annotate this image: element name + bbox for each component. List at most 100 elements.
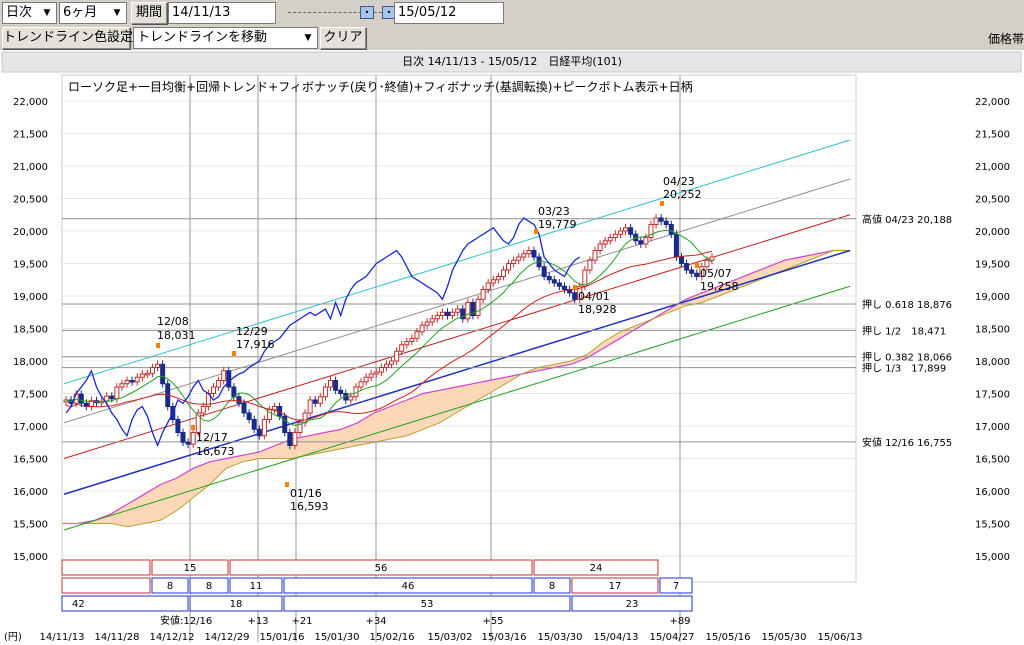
candle-up bbox=[475, 298, 481, 316]
start-date-field[interactable]: 14/11/13 bbox=[168, 2, 276, 24]
candle-down bbox=[78, 393, 84, 404]
candle-down bbox=[684, 263, 690, 271]
y-tick-label-right: 21,000 bbox=[975, 162, 1010, 173]
toolbar-row-1: 日次 ▼ 6ヶ月 ▼ 期間 14/11/13 • • 15/05/12 bbox=[0, 0, 1024, 26]
peak-bottom-value: 16,593 bbox=[290, 500, 329, 513]
candle-up bbox=[358, 381, 364, 388]
candle-up bbox=[429, 318, 435, 323]
peak-bottom-value: 19,258 bbox=[700, 280, 739, 293]
peak-bottom-date: 12/08 bbox=[157, 315, 189, 328]
y-tick-label-left: 20,000 bbox=[13, 227, 48, 238]
candle-down bbox=[226, 370, 232, 388]
stock-chart[interactable]: 日次 14/11/13 - 15/05/12 日経平均(101) 22,000 22… bbox=[0, 50, 1024, 645]
candle-down bbox=[287, 432, 293, 446]
candle-up bbox=[450, 311, 456, 316]
period-button[interactable]: 期間 bbox=[131, 2, 167, 24]
candle-down bbox=[256, 428, 262, 437]
day-count-label: 15 bbox=[184, 563, 197, 574]
candle-up bbox=[526, 250, 532, 255]
day-count-label: 23 bbox=[626, 599, 639, 610]
candle-up bbox=[511, 259, 517, 264]
trendline-mode-select[interactable]: トレンドラインを移動 ▼ bbox=[133, 27, 318, 49]
candle-up bbox=[190, 432, 196, 445]
candle-up bbox=[149, 367, 155, 374]
day-count-label: 53 bbox=[421, 599, 434, 610]
candle-down bbox=[175, 419, 181, 433]
y-tick-label-left: 16,500 bbox=[13, 455, 48, 466]
x-tick-label: 15/01/16 bbox=[260, 632, 305, 643]
chart-area: 日次 14/11/13 - 15/05/12 日経平均(101) 22,000 22… bbox=[0, 50, 1024, 645]
x-tick-label: 15/03/16 bbox=[482, 632, 527, 643]
candle-up bbox=[485, 282, 491, 290]
day-count-box bbox=[61, 559, 151, 576]
candle-down bbox=[338, 389, 344, 394]
candle-down bbox=[109, 395, 115, 400]
candle-up bbox=[134, 376, 140, 383]
clear-button[interactable]: クリア bbox=[320, 27, 366, 49]
candle-down bbox=[312, 399, 318, 404]
peak-bottom-value: 16,673 bbox=[196, 445, 235, 458]
day-count-label: 7 bbox=[673, 581, 679, 592]
candle-down bbox=[251, 419, 257, 430]
candle-down bbox=[678, 256, 684, 264]
peak-bottom-date: 04/01 bbox=[578, 290, 610, 303]
peak-bottom-marker bbox=[660, 201, 664, 206]
day-count-label: 56 bbox=[375, 563, 388, 574]
candle-down bbox=[551, 279, 557, 284]
candle-up bbox=[292, 432, 298, 446]
candle-down bbox=[531, 250, 537, 258]
y-tick-label-left: 16,000 bbox=[13, 487, 48, 498]
slider-left-handle[interactable]: • bbox=[360, 6, 374, 19]
x-tick-label: 14/12/29 bbox=[205, 632, 250, 643]
date-slider-track[interactable] bbox=[288, 12, 392, 14]
candle-up bbox=[409, 337, 415, 342]
y-tick-label-left: 21,000 bbox=[13, 162, 48, 173]
candle-up bbox=[617, 230, 623, 235]
day-count-label: 18 bbox=[230, 599, 243, 610]
peak-bottom-marker bbox=[695, 263, 699, 268]
candle-up bbox=[363, 376, 369, 383]
candle-up bbox=[434, 315, 440, 320]
x-tick-label: 15/05/30 bbox=[762, 632, 807, 643]
candle-down bbox=[282, 415, 288, 433]
candle-up bbox=[317, 396, 323, 404]
day-count-label: 8 bbox=[167, 581, 173, 592]
x-tick-label: 15/02/16 bbox=[370, 632, 415, 643]
candle-up bbox=[394, 350, 400, 362]
candle-down bbox=[160, 363, 166, 385]
x-tick-label: 15/04/13 bbox=[594, 632, 639, 643]
candle-up bbox=[592, 250, 598, 261]
range-select[interactable]: 6ヶ月 ▼ bbox=[59, 2, 127, 24]
y-tick-label-right: 20,500 bbox=[975, 195, 1010, 206]
candle-up bbox=[495, 276, 501, 281]
candle-up bbox=[709, 256, 715, 261]
candle-up bbox=[419, 324, 425, 333]
candle-up bbox=[373, 371, 379, 375]
end-date-field[interactable]: 15/05/12 bbox=[394, 2, 504, 24]
candle-down bbox=[185, 441, 191, 445]
candle-up bbox=[348, 396, 354, 401]
candle-up bbox=[124, 380, 130, 385]
day-count-label: 8 bbox=[206, 581, 212, 592]
fibonacci-level-label: 押し 1/2 18,471 bbox=[862, 324, 946, 337]
candle-down bbox=[668, 224, 674, 235]
candle-down bbox=[694, 272, 700, 277]
chevron-down-icon: ▼ bbox=[43, 8, 51, 18]
candle-up bbox=[307, 399, 313, 414]
candle-up bbox=[272, 406, 278, 411]
candle-up bbox=[414, 331, 420, 339]
trendline-color-button[interactable]: トレンドライン色設定 bbox=[2, 27, 133, 49]
peak-bottom-marker bbox=[573, 285, 577, 290]
peak-bottom-value: 20,252 bbox=[663, 188, 702, 201]
chevron-down-icon: ▼ bbox=[304, 33, 312, 43]
candle-up bbox=[114, 386, 120, 400]
y-tick-label-right: 17,000 bbox=[975, 422, 1010, 433]
fibonacci-level-label: 押し 0.382 18,066 bbox=[862, 351, 952, 364]
candle-up bbox=[704, 259, 710, 268]
day-count-label: 46 bbox=[402, 581, 415, 592]
candle-up bbox=[623, 227, 629, 232]
peak-bottom-date: 04/23 bbox=[663, 175, 695, 188]
period-type-select[interactable]: 日次 ▼ bbox=[2, 2, 57, 24]
x-tick-label: 14/11/28 bbox=[95, 632, 140, 643]
day-count-label: 17 bbox=[609, 581, 622, 592]
